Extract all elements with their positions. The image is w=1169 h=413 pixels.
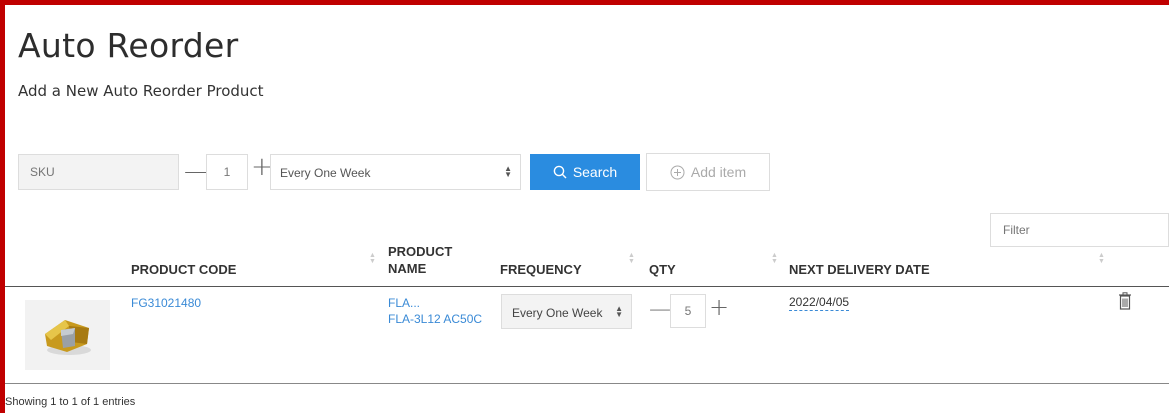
frequency-select-value: Every One Week <box>280 166 371 180</box>
page-title: Auto Reorder <box>18 26 239 65</box>
header-qty[interactable]: QTY <box>649 261 676 278</box>
qty-input[interactable]: 1 <box>206 154 248 190</box>
plus-circle-icon <box>670 165 685 179</box>
row-qty-value: 5 <box>684 304 692 318</box>
add-item-button[interactable]: Add item <box>646 153 770 191</box>
table-info: Showing 1 to 1 of 1 entries <box>5 396 136 408</box>
sku-input[interactable] <box>18 154 179 190</box>
header-product-name-line2: NAME <box>388 261 427 276</box>
header-product-name[interactable]: PRODUCT NAME <box>388 243 452 277</box>
search-button[interactable]: Search <box>530 154 640 190</box>
next-delivery-date[interactable]: 2022/04/05 <box>789 295 850 311</box>
product-name-short: FLA... <box>388 296 421 310</box>
search-button-label: Search <box>572 164 618 180</box>
qty-decrement-button[interactable]: — <box>184 157 208 185</box>
section-subtitle: Add a New Auto Reorder Product <box>18 82 264 100</box>
filter-input[interactable] <box>990 213 1169 247</box>
header-next-delivery-date[interactable]: NEXT DELIVERY DATE <box>789 261 930 278</box>
frequency-select[interactable]: Every One Week ▲ ▼ <box>270 154 521 190</box>
add-item-button-label: Add item <box>690 164 747 180</box>
row-qty-decrement-button[interactable]: — <box>649 297 671 322</box>
product-name-link[interactable]: FLA... FLA-3L12 AC50C <box>388 295 482 327</box>
trash-icon[interactable] <box>1118 292 1132 310</box>
search-icon <box>553 165 567 179</box>
header-product-name-line1: PRODUCT <box>388 244 453 259</box>
sort-icon[interactable]: ▲ ▼ <box>1098 252 1105 265</box>
qty-value: 1 <box>223 165 231 179</box>
insert-product-image <box>45 320 91 355</box>
sort-icon[interactable]: ▲ ▼ <box>369 252 376 265</box>
product-name-full: FLA-3L12 AC50C <box>388 312 483 326</box>
header-frequency[interactable]: FREQUENCY <box>500 261 582 278</box>
sort-icon[interactable]: ▲ ▼ <box>771 252 778 265</box>
sort-icon[interactable]: ▲ ▼ <box>628 252 635 265</box>
select-arrows-icon: ▲ ▼ <box>504 164 512 179</box>
select-arrows-icon: ▲ ▼ <box>615 304 623 319</box>
product-code-link[interactable]: FG31021480 <box>131 295 201 311</box>
header-product-code[interactable]: PRODUCT CODE <box>131 261 236 278</box>
table-bottom-divider <box>5 383 1169 384</box>
row-qty-increment-button[interactable]: + <box>709 293 729 321</box>
product-image <box>25 300 110 370</box>
row-qty-input[interactable]: 5 <box>670 294 706 328</box>
row-frequency-value: Every One Week <box>512 306 603 320</box>
table-header-divider <box>5 286 1169 287</box>
row-frequency-select[interactable]: Every One Week ▲ ▼ <box>501 294 632 329</box>
